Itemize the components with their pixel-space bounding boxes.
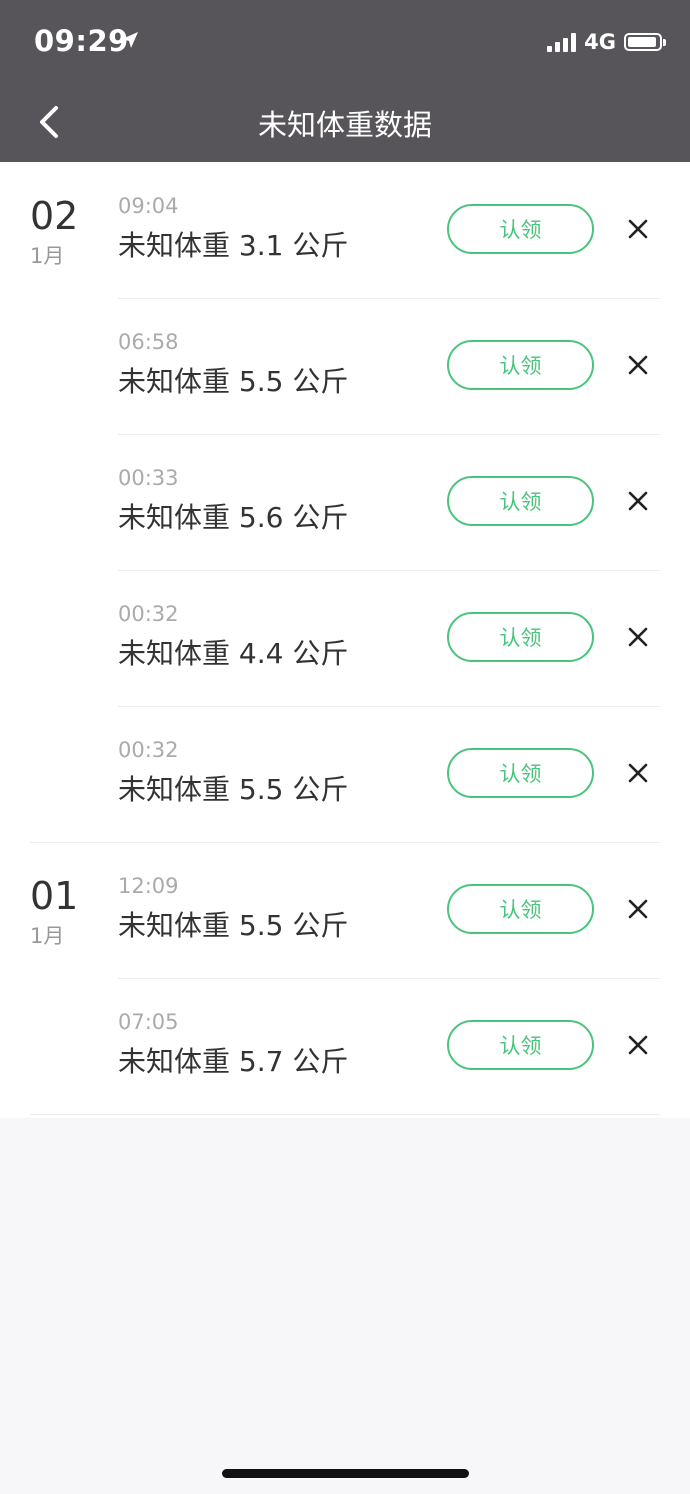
signal-icon: [547, 32, 577, 52]
list-item: 02 1月 09:04 未知体重 3.1 公斤 认领: [0, 162, 690, 298]
close-icon[interactable]: [626, 1033, 650, 1057]
battery-icon: [624, 33, 666, 51]
record-time: 09:04: [118, 194, 179, 218]
close-icon[interactable]: [626, 761, 650, 785]
top-bar: 09:29 4G 未知体重数据: [0, 0, 690, 162]
claim-button[interactable]: 认领: [447, 612, 594, 662]
list-item: 00:33 未知体重 5.6 公斤 认领: [0, 434, 690, 570]
close-icon[interactable]: [626, 897, 650, 921]
claim-button[interactable]: 认领: [447, 204, 594, 254]
close-icon[interactable]: [626, 353, 650, 377]
unknown-weight-list: 02 1月 09:04 未知体重 3.1 公斤 认领 06:58 未知体重 5.…: [0, 162, 690, 1118]
record-weight: 未知体重 5.5 公斤: [118, 773, 349, 806]
status-indicators: 4G: [547, 30, 666, 54]
record-weight: 未知体重 5.5 公斤: [118, 909, 349, 942]
date-month: 1月: [30, 244, 65, 268]
record-time: 00:33: [118, 466, 179, 490]
record-weight: 未知体重 5.6 公斤: [118, 501, 349, 534]
claim-button[interactable]: 认领: [447, 476, 594, 526]
status-time: 09:29: [34, 24, 129, 58]
record-weight: 未知体重 4.4 公斤: [118, 637, 349, 670]
record-weight: 未知体重 3.1 公斤: [118, 229, 349, 262]
location-arrow-icon: [122, 32, 138, 48]
claim-button[interactable]: 认领: [447, 1020, 594, 1070]
home-indicator[interactable]: [222, 1469, 469, 1478]
claim-button[interactable]: 认领: [447, 340, 594, 390]
list-item: 00:32 未知体重 4.4 公斤 认领: [0, 570, 690, 706]
record-weight: 未知体重 5.5 公斤: [118, 365, 349, 398]
claim-button[interactable]: 认领: [447, 884, 594, 934]
record-weight: 未知体重 5.7 公斤: [118, 1045, 349, 1078]
close-icon[interactable]: [626, 489, 650, 513]
list-item: 07:05 未知体重 5.7 公斤 认领: [0, 978, 690, 1114]
record-time: 12:09: [118, 874, 179, 898]
list-item: 00:32 未知体重 5.5 公斤 认领: [0, 706, 690, 842]
list-end-divider: [30, 1114, 660, 1115]
close-icon[interactable]: [626, 217, 650, 241]
page-title: 未知体重数据: [257, 108, 432, 142]
list-item: 01 1月 12:09 未知体重 5.5 公斤 认领: [0, 842, 690, 978]
record-time: 00:32: [118, 602, 179, 626]
record-time: 06:58: [118, 330, 179, 354]
date-day: 01: [30, 874, 79, 918]
date-day: 02: [30, 194, 79, 238]
record-time: 07:05: [118, 1010, 179, 1034]
claim-button[interactable]: 认领: [447, 748, 594, 798]
list-item: 06:58 未知体重 5.5 公斤 认领: [0, 298, 690, 434]
date-month: 1月: [30, 924, 65, 948]
record-time: 00:32: [118, 738, 179, 762]
network-label: 4G: [584, 30, 616, 54]
close-icon[interactable]: [626, 625, 650, 649]
